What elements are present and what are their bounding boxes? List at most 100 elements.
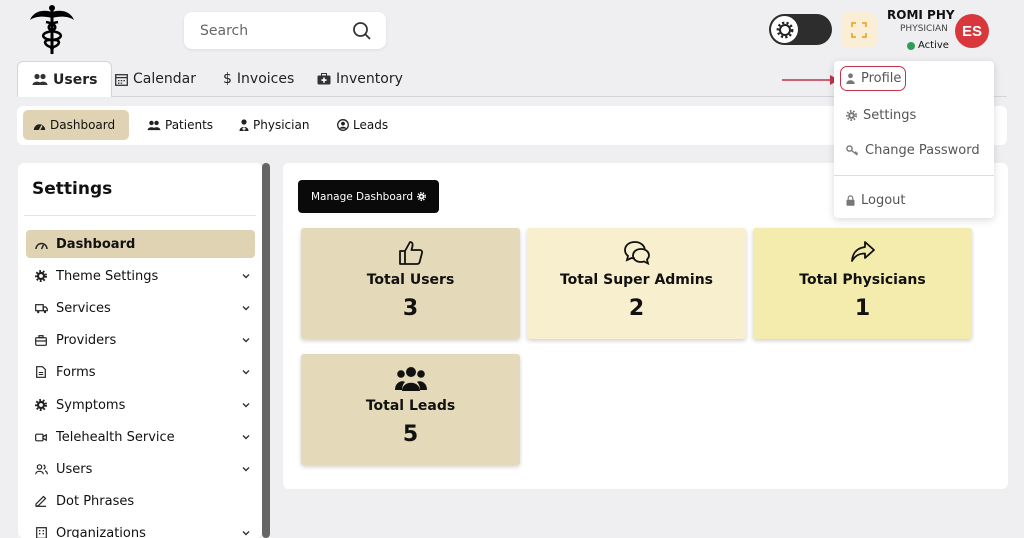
sidebar-item-dashboard[interactable]: Dashboard xyxy=(26,230,255,258)
stat-card-total-physicians[interactable]: Total Physicians 1 xyxy=(753,228,972,339)
tab-label: Calendar xyxy=(133,71,196,87)
video-icon xyxy=(34,430,48,444)
stat-card-total-users[interactable]: Total Users 3 xyxy=(301,228,520,339)
menu-item-settings[interactable]: Settings xyxy=(834,102,994,128)
caduceus-logo[interactable] xyxy=(26,4,78,56)
card-title: Total Physicians xyxy=(799,272,926,288)
expand-icon xyxy=(851,22,867,38)
subnav-label: Patients xyxy=(165,118,214,132)
sidebar-item-telehealth-service[interactable]: Telehealth Service xyxy=(26,423,255,451)
sidebar-item-label: Forms xyxy=(56,364,96,380)
sidebar-item-theme-settings[interactable]: Theme Settings xyxy=(26,262,255,290)
chevron-down-icon xyxy=(242,274,250,279)
user-circle-icon xyxy=(337,119,349,131)
subnav-patients[interactable]: Patients xyxy=(137,110,223,140)
menu-item-logout[interactable]: Logout xyxy=(834,187,994,213)
sidebar-item-users[interactable]: Users xyxy=(26,455,255,483)
sidebar-item-symptoms[interactable]: Symptoms xyxy=(26,391,255,419)
sidebar-item-label: Dot Phrases xyxy=(56,493,135,509)
sidebar-title: Settings xyxy=(32,179,113,199)
menu-item-profile[interactable]: Profile xyxy=(840,66,906,91)
fullscreen-button[interactable] xyxy=(841,12,877,48)
card-value: 3 xyxy=(402,296,419,321)
briefcase-icon xyxy=(34,333,48,347)
sidebar-item-providers[interactable]: Providers xyxy=(26,326,255,354)
tab-invoices[interactable]: $ Invoices xyxy=(209,61,308,97)
dashboard-icon xyxy=(34,237,48,251)
menu-item-label: Settings xyxy=(863,107,917,123)
subnav-dashboard[interactable]: Dashboard xyxy=(23,110,129,140)
lock-icon xyxy=(846,194,855,206)
subnav-leads[interactable]: Leads xyxy=(327,110,398,140)
key-icon xyxy=(846,144,859,156)
sidebar-item-services[interactable]: Services xyxy=(26,294,255,322)
tab-users[interactable]: Users xyxy=(17,61,113,97)
chevron-down-icon xyxy=(242,531,250,536)
manage-dashboard-label: Manage Dashboard xyxy=(310,190,413,203)
toggle-knob xyxy=(771,16,798,43)
stat-card-total-super-admins[interactable]: Total Super Admins 2 xyxy=(527,228,746,339)
dashboard-icon xyxy=(33,123,46,130)
tab-label: Invoices xyxy=(236,71,295,87)
profile-dropdown-menu: Profile Settings Change Password Logout xyxy=(834,61,994,218)
user-icon xyxy=(846,73,855,84)
sidebar-item-label: Organizations xyxy=(56,525,146,538)
truck-icon xyxy=(34,301,48,315)
chevron-down-icon xyxy=(242,338,250,343)
menu-divider xyxy=(834,175,994,176)
subnav-label: Physician xyxy=(253,118,310,132)
subnav-label: Dashboard xyxy=(50,118,116,132)
sidebar-item-label: Dashboard xyxy=(56,236,136,252)
search-icon[interactable] xyxy=(352,21,372,41)
gear-icon xyxy=(417,192,426,201)
status-dot xyxy=(907,41,915,50)
search-input[interactable] xyxy=(200,20,340,42)
tab-inventory[interactable]: Inventory xyxy=(303,61,417,97)
chevron-down-icon xyxy=(242,435,250,440)
dollar-icon: $ xyxy=(223,71,232,87)
share-arrow-icon xyxy=(753,240,972,266)
sidebar-item-forms[interactable]: Forms xyxy=(26,358,255,386)
sidebar-scrollbar[interactable] xyxy=(262,163,270,538)
subnav-physician[interactable]: Physician xyxy=(229,110,319,140)
users-icon xyxy=(147,120,161,130)
theme-toggle[interactable] xyxy=(769,14,832,45)
avatar-text: ES xyxy=(961,22,982,40)
status-label: Active xyxy=(918,40,949,51)
sidebar-item-label: Users xyxy=(56,461,93,477)
settings-sidebar: Settings Dashboard Theme Settings Servic… xyxy=(18,163,262,538)
gear-icon xyxy=(846,109,857,121)
sidebar-item-dot-phrases[interactable]: Dot Phrases xyxy=(26,487,255,515)
avatar[interactable]: ES xyxy=(955,14,989,48)
tab-calendar[interactable]: Calendar xyxy=(101,61,210,97)
sidebar-item-label: Theme Settings xyxy=(56,268,159,284)
doctor-icon xyxy=(239,119,249,131)
sidebar-item-label: Services xyxy=(56,300,111,316)
tab-label: Inventory xyxy=(336,71,403,87)
users-icon xyxy=(34,462,48,476)
sidebar-item-organizations[interactable]: Organizations xyxy=(26,519,255,538)
user-name[interactable]: ROMI PHY xyxy=(887,8,955,22)
manage-dashboard-button[interactable]: Manage Dashboard xyxy=(298,180,439,213)
calendar-icon xyxy=(115,73,128,86)
pointer-arrow xyxy=(782,75,839,85)
menu-item-label: Logout xyxy=(861,192,906,208)
chevron-down-icon xyxy=(242,467,250,472)
gear-icon xyxy=(776,21,793,38)
menu-item-change-password[interactable]: Change Password xyxy=(834,137,994,163)
chevron-down-icon xyxy=(242,403,250,408)
subnav-label: Leads xyxy=(353,118,389,132)
card-title: Total Leads xyxy=(365,398,456,414)
menu-item-label: Profile xyxy=(861,71,902,86)
stat-card-total-leads[interactable]: Total Leads 5 xyxy=(301,354,520,465)
card-value: 1 xyxy=(854,296,871,321)
card-value: 2 xyxy=(628,296,645,321)
users-group-icon xyxy=(301,366,520,392)
divider xyxy=(24,215,256,216)
search-bar[interactable] xyxy=(184,12,386,49)
users-icon xyxy=(32,73,48,85)
gear-icon xyxy=(34,269,48,283)
sidebar-item-label: Telehealth Service xyxy=(56,429,175,445)
chat-bubbles-icon xyxy=(527,240,746,266)
user-role: PHYSICIAN xyxy=(900,24,948,34)
